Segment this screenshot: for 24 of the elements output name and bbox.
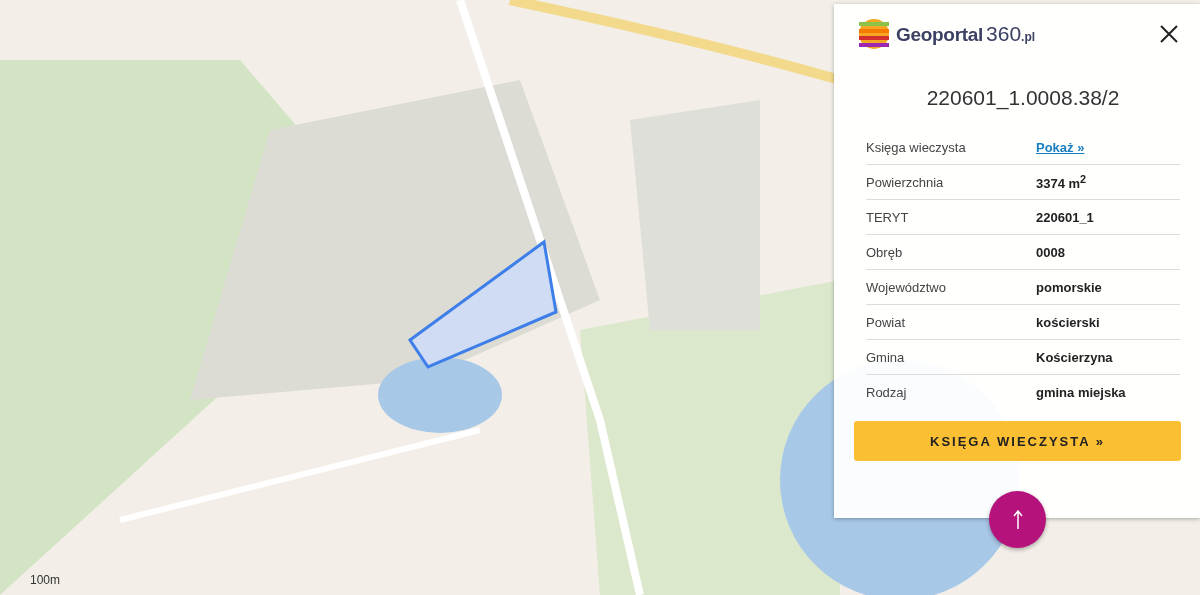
scale-label: 100m	[30, 573, 61, 587]
field-value: 0008	[1036, 244, 1065, 260]
field-value: gmina miejska	[1036, 384, 1126, 400]
field-label: Obręb	[866, 244, 904, 260]
logo-text: Geoportal 360.pl	[896, 22, 1036, 46]
field-value: 3374 m$^{2}$	[1036, 172, 1087, 192]
field-value: Kościerzyna	[1036, 349, 1113, 365]
field-label: Powiat	[866, 314, 907, 330]
field-label: Rodzaj	[866, 384, 908, 400]
field-label: Województwo	[866, 279, 947, 295]
field-label: Gmina	[866, 349, 906, 365]
logo-icon	[858, 18, 890, 50]
show-link[interactable]: Pokaż »	[1036, 139, 1085, 155]
land-register-button[interactable]: KSIĘGA WIECZYSTA »	[854, 421, 1181, 461]
field-label: Księga wieczysta	[866, 139, 967, 155]
close-icon	[1158, 23, 1180, 45]
parcel-id-title: 220601_1.0008.38/2	[925, 86, 1121, 110]
arrow-up-icon	[1012, 509, 1023, 530]
field-value: kościerski	[1036, 314, 1100, 330]
close-button[interactable]	[1158, 23, 1180, 45]
field-value: 220601_1	[1036, 209, 1094, 225]
field-label: Powierzchnia	[866, 174, 945, 190]
field-value: pomorskie	[1036, 279, 1102, 295]
field-label: TERYT	[866, 209, 910, 225]
